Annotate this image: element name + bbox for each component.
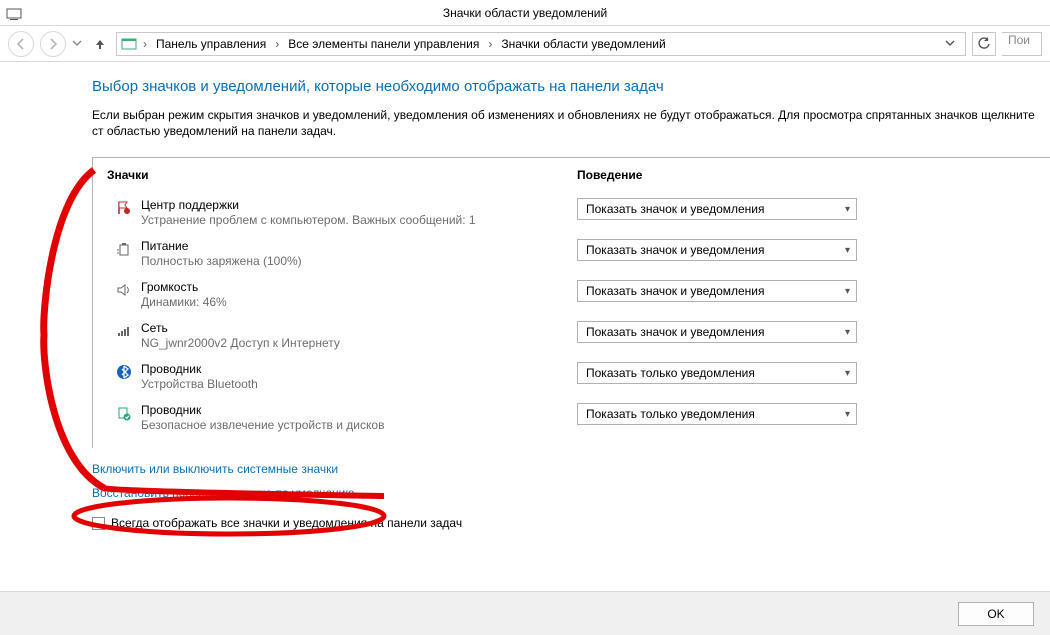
row-desc: NG_jwnr2000v2 Доступ к Интернету bbox=[141, 336, 567, 350]
bluetooth-icon bbox=[107, 362, 141, 380]
icon-row: СетьNG_jwnr2000v2 Доступ к Интернету Пока… bbox=[107, 315, 1050, 356]
nav-back-button[interactable] bbox=[8, 31, 34, 57]
icon-row: ПроводникБезопасное извлечение устройств… bbox=[107, 397, 1050, 438]
ok-button[interactable]: OK bbox=[958, 602, 1034, 626]
row-desc: Безопасное извлечение устройств и дисков bbox=[141, 418, 567, 432]
chevron-down-icon: ▾ bbox=[845, 204, 850, 215]
chevron-down-icon: ▾ bbox=[845, 245, 850, 256]
volume-icon bbox=[107, 280, 141, 298]
footer: OK bbox=[0, 591, 1050, 635]
breadcrumb-item-1[interactable]: Все элементы панели управления bbox=[285, 37, 482, 51]
icon-row: ПроводникУстройства Bluetooth Показать то… bbox=[107, 356, 1050, 397]
breadcrumb-item-0[interactable]: Панель управления bbox=[153, 37, 269, 51]
row-desc: Устройства Bluetooth bbox=[141, 377, 567, 391]
always-show-checkbox[interactable] bbox=[92, 517, 105, 530]
chevron-down-icon: ▾ bbox=[845, 286, 850, 297]
page-heading: Выбор значков и уведомлений, которые нео… bbox=[92, 78, 1050, 95]
chevron-down-icon: ▾ bbox=[845, 409, 850, 420]
behavior-select[interactable]: Показать только уведомления ▾ bbox=[577, 403, 857, 425]
column-headers: Значки Поведение bbox=[107, 168, 1050, 182]
behavior-select[interactable]: Показать только уведомления ▾ bbox=[577, 362, 857, 384]
control-panel-icon bbox=[121, 36, 137, 52]
behavior-select-value: Показать значок и уведомления bbox=[586, 243, 765, 257]
behavior-select-value: Показать только уведомления bbox=[586, 407, 755, 421]
breadcrumb-dropdown[interactable] bbox=[945, 37, 961, 51]
behavior-select[interactable]: Показать значок и уведомления ▾ bbox=[577, 239, 857, 261]
col-header-behavior: Поведение bbox=[577, 168, 642, 182]
content-area: Выбор значков и уведомлений, которые нео… bbox=[12, 62, 1050, 590]
behavior-select-value: Показать только уведомления bbox=[586, 366, 755, 380]
nav-up-button[interactable] bbox=[90, 34, 110, 54]
breadcrumb-item-2[interactable]: Значки области уведомлений bbox=[498, 37, 668, 51]
page-intro: Если выбран режим скрытия значков и увед… bbox=[92, 107, 1050, 139]
search-input[interactable]: Пои bbox=[1002, 32, 1042, 56]
nav-forward-button[interactable] bbox=[40, 31, 66, 57]
window-title: Значки области уведомлений bbox=[443, 6, 607, 20]
behavior-select-value: Показать значок и уведомления bbox=[586, 202, 765, 216]
row-desc: Устранение проблем с компьютером. Важных… bbox=[141, 213, 567, 227]
nav-history-dropdown[interactable] bbox=[72, 37, 84, 51]
restore-defaults-link[interactable]: Восстановить поведение значка по умолчан… bbox=[92, 486, 354, 500]
system-icons-link[interactable]: Включить или выключить системные значки bbox=[92, 462, 338, 476]
breadcrumb-bar[interactable]: › Панель управления › Все элементы панел… bbox=[116, 32, 966, 56]
eject-icon bbox=[107, 403, 141, 421]
chevron-down-icon: ▾ bbox=[845, 368, 850, 379]
icon-row: ГромкостьДинамики: 46% Показать значок и … bbox=[107, 274, 1050, 315]
behavior-select[interactable]: Показать значок и уведомления ▾ bbox=[577, 321, 857, 343]
row-name: Громкость bbox=[141, 280, 567, 294]
titlebar: Значки области уведомлений bbox=[0, 0, 1050, 26]
chevron-down-icon: ▾ bbox=[845, 327, 850, 338]
chevron-right-icon: › bbox=[273, 37, 281, 51]
behavior-select-value: Показать значок и уведомления bbox=[586, 325, 765, 339]
row-desc: Полностью заряжена (100%) bbox=[141, 254, 567, 268]
battery-icon bbox=[107, 239, 141, 257]
nav-toolbar: › Панель управления › Все элементы панел… bbox=[0, 26, 1050, 62]
icon-row: ПитаниеПолностью заряжена (100%) Показать… bbox=[107, 233, 1050, 274]
row-name: Проводник bbox=[141, 362, 567, 376]
row-name: Сеть bbox=[141, 321, 567, 335]
flag-icon bbox=[107, 198, 141, 216]
network-icon bbox=[107, 321, 141, 339]
chevron-right-icon: › bbox=[141, 37, 149, 51]
col-header-icons: Значки bbox=[107, 168, 577, 182]
chevron-right-icon: › bbox=[486, 37, 494, 51]
behavior-select-value: Показать значок и уведомления bbox=[586, 284, 765, 298]
row-name: Проводник bbox=[141, 403, 567, 417]
always-show-label: Всегда отображать все значки и уведомлен… bbox=[111, 516, 462, 530]
refresh-button[interactable] bbox=[972, 32, 996, 56]
system-icon bbox=[6, 5, 22, 21]
row-desc: Динамики: 46% bbox=[141, 295, 567, 309]
icons-panel: Значки Поведение Центр поддержкиУстранен… bbox=[92, 157, 1050, 448]
row-name: Центр поддержки bbox=[141, 198, 567, 212]
icon-row: Центр поддержкиУстранение проблем с комп… bbox=[107, 192, 1050, 233]
behavior-select[interactable]: Показать значок и уведомления ▾ bbox=[577, 280, 857, 302]
behavior-select[interactable]: Показать значок и уведомления ▾ bbox=[577, 198, 857, 220]
row-name: Питание bbox=[141, 239, 567, 253]
